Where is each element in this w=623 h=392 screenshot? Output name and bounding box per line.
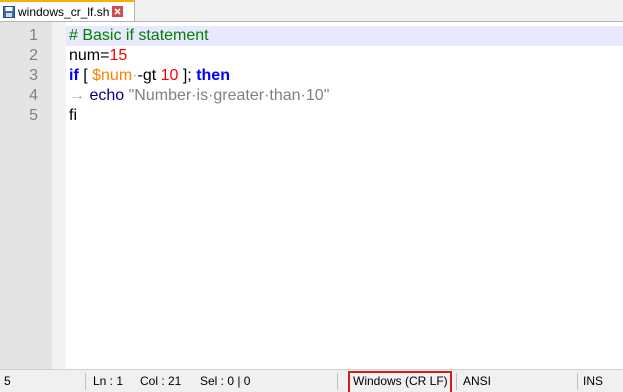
code-token-number: 15 [109, 47, 128, 64]
code-token-var: $num [92, 67, 133, 84]
code-line[interactable]: num=15 [69, 46, 329, 66]
code-text[interactable]: # Basic if statement num=15 if [ $num·-gt … [69, 26, 329, 126]
status-separator [337, 373, 338, 390]
editor-area[interactable]: 1 2 3 4 5 # Basic if statement num=15 if [… [0, 22, 623, 369]
code-token-echo: echo [89, 87, 125, 104]
status-col: Col : 21 [140, 374, 182, 388]
status-separator [456, 373, 457, 390]
line-number: 2 [29, 47, 38, 64]
line-number: 4 [29, 87, 38, 104]
code-line[interactable]: # Basic if statement [69, 26, 329, 46]
code-token-plain: -gt [137, 67, 161, 84]
line-number: 5 [29, 107, 38, 124]
code-line[interactable]: if [ $num·-gt 10 ]; then [69, 66, 329, 86]
tab-bar: windows_cr_lf.sh [0, 0, 623, 22]
code-token-comment: # Basic if statement [69, 27, 209, 44]
status-line: Ln : 1 [93, 374, 124, 388]
tab-label: windows_cr_lf.sh [18, 4, 110, 19]
code-line[interactable]: fi [69, 106, 329, 126]
status-insert-mode[interactable]: INS [583, 370, 603, 392]
status-encoding[interactable]: ANSI [463, 370, 491, 392]
code-token-plain: fi [69, 107, 77, 124]
close-icon[interactable] [112, 6, 124, 17]
code-token-keyword: then [196, 67, 230, 84]
status-eol-format[interactable]: Windows (CR LF) [353, 370, 448, 392]
floppy-save-icon [3, 5, 15, 18]
code-token-plain: num= [69, 47, 110, 64]
line-number: 3 [29, 67, 38, 84]
line-number: 1 [29, 27, 38, 44]
code-token-keyword: if [69, 67, 79, 84]
code-line[interactable]: → echo "Number·is·greater·than·10" [69, 86, 329, 106]
code-token-plain: [ [78, 67, 93, 84]
status-separator [577, 373, 578, 390]
tab-windows-cr-lf[interactable]: windows_cr_lf.sh [0, 0, 135, 21]
status-separator [85, 373, 86, 390]
code-token-string: "Number·is·greater·than·10" [128, 87, 330, 104]
fold-margin[interactable] [52, 22, 66, 369]
notepad-plus-plus-window: windows_cr_lf.sh 1 2 3 4 5 # Basic if st… [0, 0, 623, 392]
status-selection: Sel : 0 | 0 [200, 374, 251, 388]
code-token-number: 10 [160, 67, 179, 84]
status-lines-count: 5 [4, 374, 11, 388]
status-bar: 5 Ln : 1 Col : 21 Sel : 0 | 0 Windows (C… [0, 369, 623, 392]
code-token-plain: ]; [178, 67, 197, 84]
code-token-ws: → [69, 87, 90, 104]
line-numbers: 1 2 3 4 5 [0, 26, 38, 126]
